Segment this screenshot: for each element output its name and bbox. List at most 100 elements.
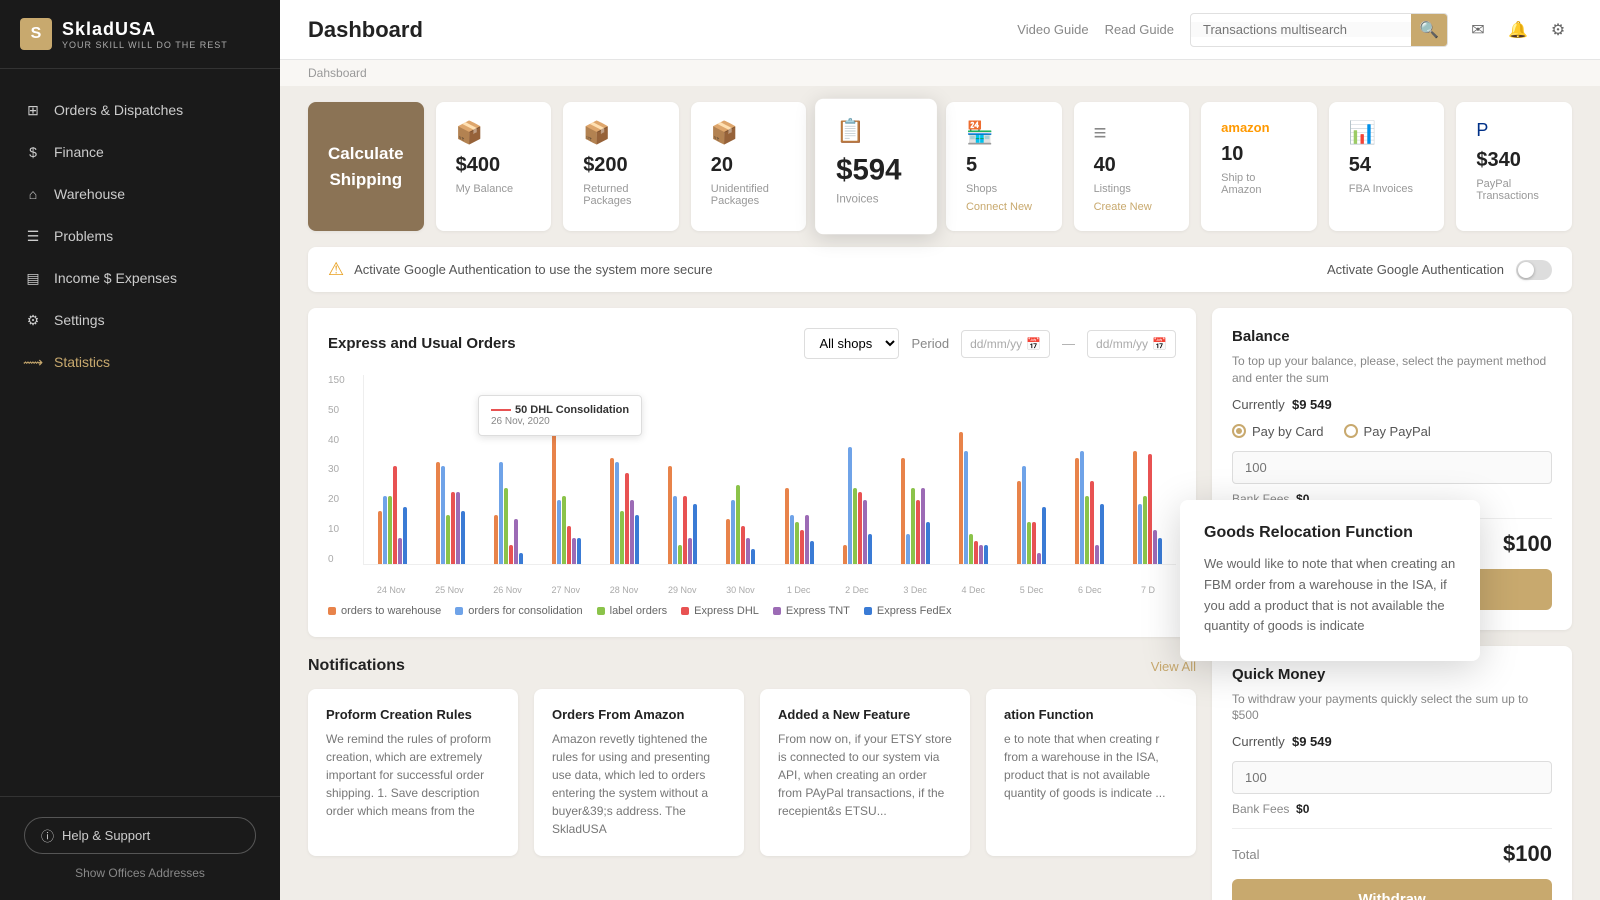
notification-card[interactable]: Added a New FeatureFrom now on, if your … xyxy=(760,689,970,856)
quick-total-label: Total xyxy=(1232,847,1259,862)
sidebar-bottom: ⓘ Help & Support Show Offices Addresses xyxy=(0,796,280,900)
x-axis-label: 30 Nov xyxy=(712,585,768,595)
shops-icon: 🏪 xyxy=(966,120,993,146)
finance-label: Finance xyxy=(54,144,104,160)
amazon-icon: amazon xyxy=(1221,120,1269,135)
paypal-card[interactable]: P $340 PayPal Transactions xyxy=(1456,102,1572,231)
pay-card-option[interactable]: Pay by Card xyxy=(1232,424,1324,439)
quick-total-value: $100 xyxy=(1503,841,1552,867)
sidebar-item-problems[interactable]: ☰ Problems xyxy=(0,215,280,257)
read-guide-link[interactable]: Read Guide xyxy=(1105,22,1174,37)
warning-right: Activate Google Authentication xyxy=(1327,260,1552,280)
chart-bar xyxy=(1095,545,1099,564)
notification-card[interactable]: Proform Creation RulesWe remind the rule… xyxy=(308,689,518,856)
sidebar-item-statistics[interactable]: ⟿ Statistics xyxy=(0,341,280,383)
notif-text: Amazon revetly tightened the rules for u… xyxy=(552,730,726,838)
unidentified-value: 20 xyxy=(711,154,733,177)
chart-group xyxy=(655,375,711,564)
chart-bar xyxy=(969,534,973,564)
chart-group xyxy=(887,375,943,564)
chart-group xyxy=(1120,375,1176,564)
x-axis-label: 24 Nov xyxy=(363,585,419,595)
sidebar-item-settings[interactable]: ⚙ Settings xyxy=(0,299,280,341)
chart-bar xyxy=(1158,538,1162,564)
balance-sum-input[interactable] xyxy=(1232,451,1552,484)
pay-paypal-option[interactable]: Pay PayPal xyxy=(1344,424,1431,439)
notifications-icon[interactable]: 🔔 xyxy=(1504,16,1532,44)
sidebar-item-income[interactable]: ▤ Income $ Expenses xyxy=(0,257,280,299)
x-axis-label: 5 Dec xyxy=(1003,585,1059,595)
calculate-shipping-card[interactable]: Calculate Shipping xyxy=(308,102,424,231)
returned-label: Returned Packages xyxy=(583,183,659,207)
fba-card[interactable]: 📊 54 FBA Invoices xyxy=(1329,102,1445,231)
chart-bar xyxy=(1027,522,1031,564)
settings-gear-icon[interactable]: ⚙ xyxy=(1544,16,1572,44)
shops-card[interactable]: 🏪 5 Shops Connect New xyxy=(946,102,1062,231)
search-input[interactable] xyxy=(1191,22,1411,37)
statistics-label: Statistics xyxy=(54,354,110,370)
problems-icon: ☰ xyxy=(24,227,42,245)
video-guide-link[interactable]: Video Guide xyxy=(1017,22,1088,37)
chart-bar xyxy=(1133,451,1137,564)
orders-icon: ⊞ xyxy=(24,101,42,119)
chart-y-axis: 150 50 40 30 20 10 0 xyxy=(328,375,358,565)
x-axis-label: 3 Dec xyxy=(887,585,943,595)
help-support-button[interactable]: ⓘ Help & Support xyxy=(24,817,256,854)
balance-card[interactable]: 📦 $400 My Balance xyxy=(436,102,552,231)
legend-item: Express FedEx xyxy=(864,605,952,617)
chart-bar xyxy=(610,458,614,564)
statistics-icon: ⟿ xyxy=(24,353,42,371)
chart-bar xyxy=(504,488,508,564)
sidebar-item-orders[interactable]: ⊞ Orders & Dispatches xyxy=(0,89,280,131)
paypal-icon: P xyxy=(1476,120,1488,141)
chart-bar xyxy=(683,496,687,564)
chart-bar xyxy=(1017,481,1021,564)
tooltip-title: 50 DHL Consolidation xyxy=(491,404,629,416)
chart-legend: orders to warehouseorders for consolidat… xyxy=(328,605,1176,617)
chart-bar xyxy=(514,519,518,564)
pay-card-radio[interactable] xyxy=(1232,424,1246,438)
notification-card[interactable]: ation Functione to note that when creati… xyxy=(986,689,1196,856)
chart-group xyxy=(364,375,420,564)
quick-money-sum-input[interactable] xyxy=(1232,761,1552,794)
messages-icon[interactable]: ✉ xyxy=(1464,16,1492,44)
amazon-card[interactable]: amazon 10 Ship to Amazon xyxy=(1201,102,1317,231)
search-bar: 🔍 xyxy=(1190,13,1448,47)
date-from-input[interactable]: dd/mm/yy 📅 xyxy=(961,330,1050,358)
show-offices-link[interactable]: Show Offices Addresses xyxy=(24,866,256,880)
sidebar-nav: ⊞ Orders & Dispatches $ Finance ⌂ Wareho… xyxy=(0,69,280,796)
search-button[interactable]: 🔍 xyxy=(1411,13,1447,47)
chart-bar xyxy=(979,545,983,564)
chart-card: Express and Usual Orders All shops Perio… xyxy=(308,308,1196,637)
sidebar-item-warehouse[interactable]: ⌂ Warehouse xyxy=(0,173,280,215)
shop-filter-select[interactable]: All shops xyxy=(804,328,899,359)
listings-card[interactable]: ≡ 40 Listings Create New xyxy=(1074,102,1190,231)
amazon-value: 10 xyxy=(1221,143,1243,166)
create-new-link[interactable]: Create New xyxy=(1094,201,1152,213)
header-icons: ✉ 🔔 ⚙ xyxy=(1464,16,1572,44)
withdraw-button[interactable]: Withdraw xyxy=(1232,879,1552,900)
auth-toggle[interactable] xyxy=(1516,260,1552,280)
date-to-input[interactable]: dd/mm/yy 📅 xyxy=(1087,330,1176,358)
invoices-card[interactable]: 📋 $594 Invoices xyxy=(815,99,936,234)
quick-fees-value: $0 xyxy=(1296,802,1309,816)
x-axis-label: 29 Nov xyxy=(654,585,710,595)
chart-bar xyxy=(736,485,740,564)
chart-bar xyxy=(668,466,672,564)
payment-method-group: Pay by Card Pay PayPal xyxy=(1232,424,1552,439)
chart-bar xyxy=(519,553,523,564)
balance-current-value: $9 549 xyxy=(1292,397,1332,412)
sidebar-item-finance[interactable]: $ Finance xyxy=(0,131,280,173)
returned-card[interactable]: 📦 $200 Returned Packages xyxy=(563,102,679,231)
chart-bar xyxy=(1148,454,1152,564)
chart-bar xyxy=(1037,553,1041,564)
notification-card[interactable]: Orders From AmazonAmazon revetly tighten… xyxy=(534,689,744,856)
chart-bar xyxy=(1085,496,1089,564)
connect-new-link[interactable]: Connect New xyxy=(966,201,1032,213)
unidentified-card[interactable]: 📦 20 Unidentified Packages xyxy=(691,102,807,231)
chart-bar xyxy=(868,534,872,564)
pay-paypal-radio[interactable] xyxy=(1344,424,1358,438)
quick-total-row: Total $100 xyxy=(1232,841,1552,867)
balance-icon: 📦 xyxy=(456,120,483,146)
legend-dot xyxy=(597,607,605,615)
